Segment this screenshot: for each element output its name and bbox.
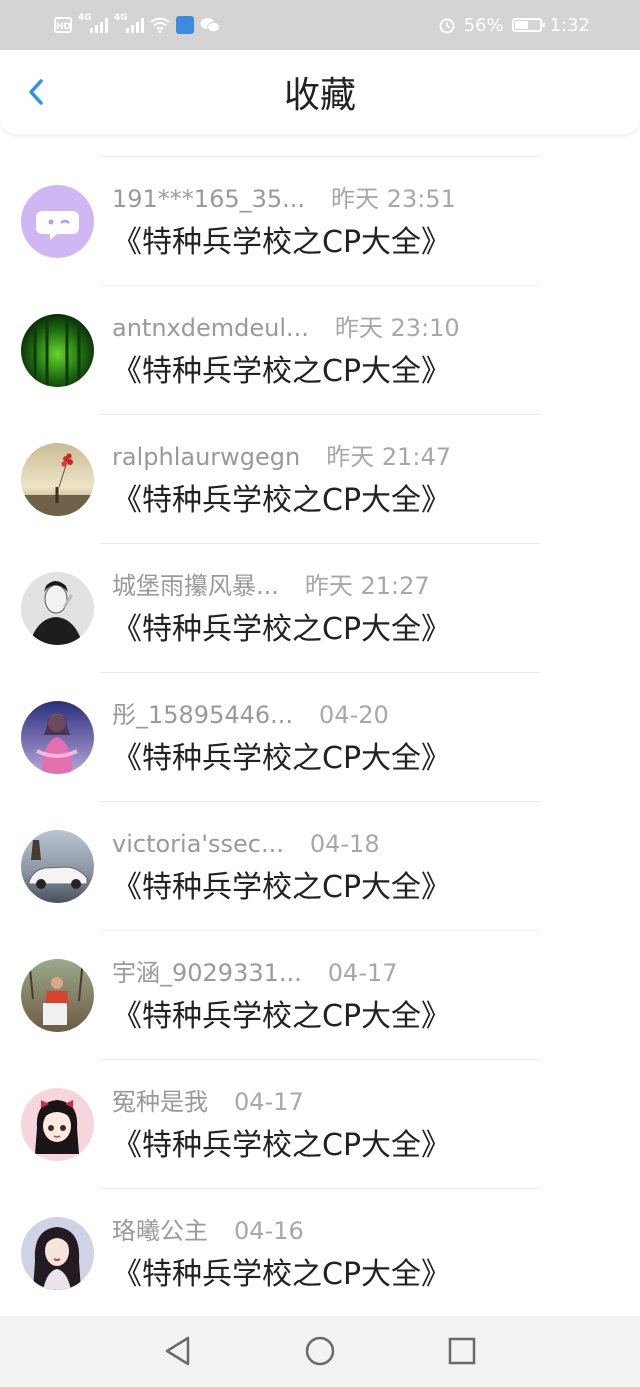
- username: ralphlaurwgegn: [112, 443, 301, 471]
- avatar[interactable]: [21, 701, 94, 774]
- timestamp: 04-17: [234, 1088, 304, 1116]
- article-title[interactable]: 《特种兵学校之CP大全》: [112, 1255, 451, 1295]
- article-title[interactable]: 《特种兵学校之CP大全》: [112, 1126, 451, 1166]
- nav-back-button[interactable]: [161, 1334, 195, 1368]
- list-item[interactable]: 宇涵_9029331... 04-17 《特种兵学校之CP大全》: [0, 931, 640, 1060]
- wifi-icon: [150, 17, 170, 33]
- timestamp: 04-17: [327, 959, 398, 987]
- svg-text:· · · ·: · · · ·: [45, 332, 57, 338]
- hd-icon: HD: [54, 17, 72, 33]
- item-meta: 191***165_35... 昨天 23:51: [112, 183, 456, 215]
- username: 宇涵_9029331...: [112, 959, 302, 987]
- list-item[interactable]: · · · · antnxdemdeul... 昨天 23:10 《特种兵学校之C…: [0, 286, 640, 415]
- nav-recent-button[interactable]: [445, 1334, 479, 1368]
- timestamp: 昨天 23:51: [331, 185, 456, 213]
- item-meta: victoria'ssec... 04-18: [112, 828, 380, 860]
- item-meta: 宇涵_9029331... 04-17: [112, 957, 398, 989]
- item-meta: 城堡雨攥风暴... 昨天 21:27: [112, 570, 430, 602]
- app-header: 收藏: [0, 50, 640, 134]
- username: 191***165_35...: [112, 185, 306, 213]
- avatar[interactable]: [21, 443, 94, 516]
- item-meta: ralphlaurwgegn 昨天 21:47: [112, 441, 451, 473]
- item-meta: 珞曦公主 04-16: [112, 1215, 304, 1247]
- clock: 1:32: [549, 14, 590, 36]
- article-title[interactable]: 《特种兵学校之CP大全》: [112, 481, 451, 521]
- app-notification-icon: [176, 16, 194, 34]
- username: 冤种是我: [112, 1088, 208, 1116]
- timestamp: 昨天 23:10: [334, 314, 460, 342]
- username: 城堡雨攥风暴...: [112, 572, 279, 600]
- list-item[interactable]: 冤种是我 04-17 《特种兵学校之CP大全》: [0, 1060, 640, 1189]
- username: victoria'ssec...: [112, 830, 284, 858]
- article-title[interactable]: 《特种兵学校之CP大全》: [112, 868, 451, 908]
- wechat-icon: [200, 18, 220, 33]
- timestamp: 04-20: [319, 701, 389, 729]
- triangle-back-icon: [165, 1336, 190, 1366]
- favorites-list: 191***165_35... 昨天 23:51 《特种兵学校之CP大全》 · ·…: [0, 157, 640, 1318]
- square-recent-icon: [448, 1337, 476, 1365]
- article-title[interactable]: 《特种兵学校之CP大全》: [112, 739, 451, 779]
- item-meta: 彤_15895446... 04-20: [112, 699, 389, 731]
- item-meta: 冤种是我 04-17: [112, 1086, 304, 1118]
- avatar[interactable]: · · · ·: [21, 314, 94, 387]
- list-item[interactable]: 彤_15895446... 04-20 《特种兵学校之CP大全》: [0, 673, 640, 802]
- list-item[interactable]: 城堡雨攥风暴... 昨天 21:27 《特种兵学校之CP大全》: [0, 544, 640, 673]
- article-title[interactable]: 《特种兵学校之CP大全》: [112, 997, 451, 1037]
- timestamp: 04-16: [234, 1217, 304, 1245]
- username: 彤_15895446...: [112, 701, 294, 729]
- avatar[interactable]: [21, 1217, 94, 1290]
- list-item[interactable]: ralphlaurwgegn 昨天 21:47 《特种兵学校之CP大全》: [0, 415, 640, 544]
- article-title[interactable]: 《特种兵学校之CP大全》: [112, 610, 451, 650]
- page-title: 收藏: [283, 75, 356, 116]
- signal-icon-sim1: 4G: [78, 13, 108, 33]
- username: antnxdemdeul...: [112, 314, 309, 342]
- avatar[interactable]: [21, 830, 94, 903]
- list-item[interactable]: 191***165_35... 昨天 23:51 《特种兵学校之CP大全》: [0, 157, 640, 286]
- timestamp: 昨天 21:27: [304, 572, 430, 600]
- timestamp: 04-18: [309, 830, 380, 858]
- item-meta: antnxdemdeul... 昨天 23:10: [112, 312, 460, 344]
- nav-home-button[interactable]: [303, 1334, 337, 1368]
- avatar[interactable]: [21, 959, 94, 1032]
- battery-percent: 56%: [463, 14, 504, 36]
- signal-icon-sim2: 4G: [114, 13, 144, 33]
- battery-icon: [511, 18, 545, 32]
- article-title[interactable]: 《特种兵学校之CP大全》: [112, 223, 451, 263]
- circle-home-icon: [305, 1336, 335, 1366]
- list-item[interactable]: victoria'ssec... 04-18 《特种兵学校之CP大全》: [0, 802, 640, 931]
- avatar[interactable]: [21, 1088, 94, 1161]
- status-bar: HD 4G 4G 56% 1:32: [0, 0, 640, 50]
- alarm-icon: [439, 18, 455, 34]
- system-nav-bar: [0, 1316, 640, 1387]
- timestamp: 昨天 21:47: [326, 443, 452, 471]
- username: 珞曦公主: [112, 1217, 208, 1245]
- avatar[interactable]: [21, 185, 94, 258]
- article-title[interactable]: 《特种兵学校之CP大全》: [112, 352, 451, 392]
- avatar[interactable]: [21, 572, 94, 645]
- list-item[interactable]: 珞曦公主 04-16 《特种兵学校之CP大全》: [0, 1189, 640, 1318]
